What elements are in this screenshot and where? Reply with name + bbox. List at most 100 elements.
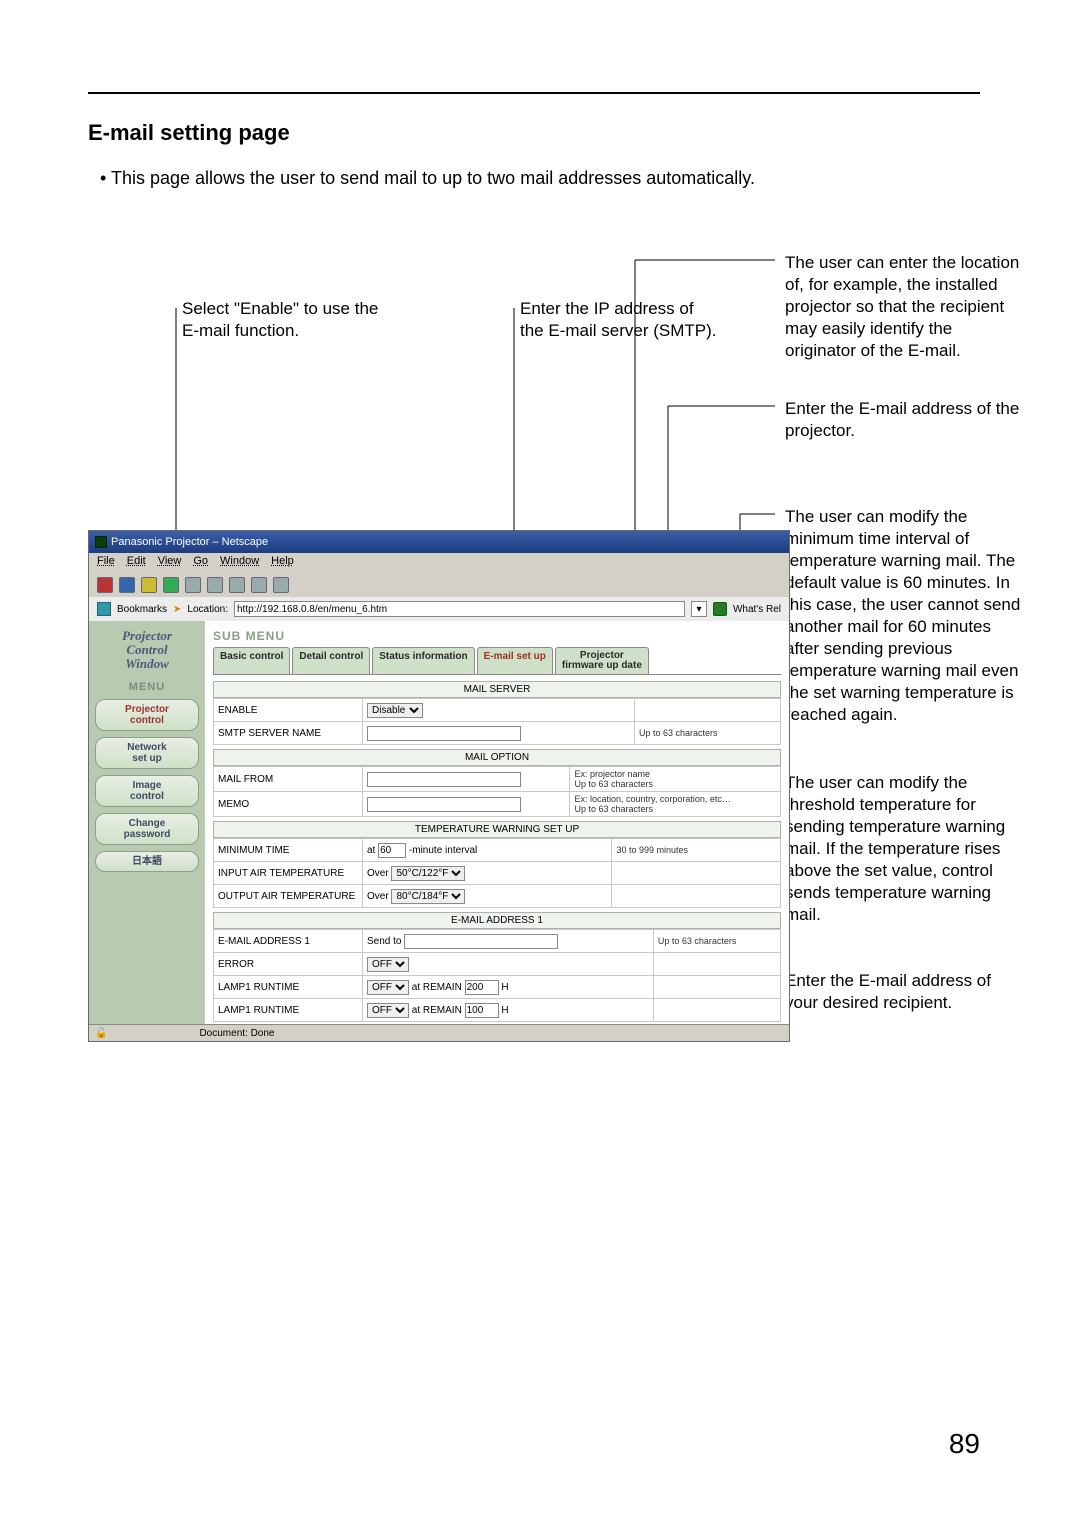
section-temp-setup: TEMPERATURE WARNING SET UP [213, 821, 781, 838]
min-time-prefix: at [367, 845, 375, 856]
location-dropdown-icon[interactable]: ▾ [691, 601, 707, 617]
guide-icon[interactable] [207, 577, 223, 593]
menu-file[interactable]: File [97, 555, 115, 571]
lamp1a-at: at REMAIN [412, 982, 462, 993]
email1-input[interactable] [404, 934, 558, 949]
lamp1b-select[interactable]: OFF [367, 1003, 409, 1018]
section-mail-server: MAIL SERVER [213, 681, 781, 698]
back-icon[interactable] [97, 577, 113, 593]
statusbar: 🔓 Document: Done [89, 1024, 789, 1041]
mail-from-input[interactable] [367, 772, 521, 787]
stop-icon[interactable] [273, 577, 289, 593]
intro-text: • This page allows the user to send mail… [100, 168, 755, 189]
mail-from-hint: Ex: projector name Up to 63 characters [570, 767, 781, 792]
lamp1a-input[interactable] [465, 980, 499, 995]
netscape-icon [95, 536, 107, 548]
tab-bar: Basic control Detail control Status info… [213, 647, 781, 675]
sidebar-item-network-setup[interactable]: Network set up [95, 737, 199, 769]
enable-select[interactable]: Disable [367, 703, 423, 718]
location-input[interactable] [234, 601, 685, 617]
output-temp-select[interactable]: 80°C/184°F [391, 889, 465, 904]
min-time-suffix: -minute interval [409, 845, 477, 856]
home-icon[interactable] [163, 577, 179, 593]
callout-threshold: The user can modify the threshold temper… [785, 772, 1025, 926]
callout-recipient: Enter the E-mail address of your desired… [785, 970, 1025, 1014]
label-email1: E-MAIL ADDRESS 1 [214, 930, 363, 953]
tab-email-setup[interactable]: E-mail set up [477, 647, 553, 674]
window-title: Panasonic Projector – Netscape [111, 536, 268, 548]
main-content: SUB MENU Basic control Detail control St… [205, 621, 789, 1037]
status-text: Document: Done [199, 1028, 274, 1039]
memo-input[interactable] [367, 797, 521, 812]
min-time-input[interactable] [378, 843, 406, 858]
menu-go[interactable]: Go [193, 555, 208, 571]
browser-window: Panasonic Projector – Netscape File Edit… [88, 530, 790, 1042]
reload-icon[interactable] [141, 577, 157, 593]
menubar: File Edit View Go Window Help [89, 553, 789, 573]
callout-enable: Select "Enable" to use the E-mail functi… [182, 298, 382, 342]
lamp1b-at: at REMAIN [412, 1005, 462, 1016]
lamp1a-h: H [501, 982, 508, 993]
memo-hint: Ex: location, country, corporation, etc…… [570, 792, 781, 817]
label-lamp1-a: LAMP1 RUNTIME [214, 976, 363, 999]
lamp1a-select[interactable]: OFF [367, 980, 409, 995]
submenu-label: SUB MENU [213, 629, 781, 643]
sidebar-title: Projector Control Window [95, 629, 199, 671]
status-lock-icon: 🔓 [95, 1028, 107, 1039]
smtp-hint: Up to 63 characters [634, 722, 780, 745]
min-time-hint: 30 to 999 minutes [612, 839, 781, 862]
bookmarks-icon[interactable] [97, 602, 111, 616]
lamp1b-h: H [501, 1005, 508, 1016]
sidebar-title-2: Control [95, 643, 199, 657]
print-icon[interactable] [229, 577, 245, 593]
tab-basic-control[interactable]: Basic control [213, 647, 290, 674]
sidebar-item-image-control[interactable]: Image control [95, 775, 199, 807]
sidebar-item-japanese[interactable]: 日本語 [95, 851, 199, 872]
security-icon[interactable] [251, 577, 267, 593]
label-min-time: MINIMUM TIME [214, 839, 363, 862]
whats-related-label[interactable]: What's Rel [733, 604, 781, 615]
output-temp-prefix: Over [367, 891, 389, 902]
toolbar [89, 573, 789, 597]
whats-related-icon[interactable] [713, 602, 727, 616]
label-enable: ENABLE [214, 699, 363, 722]
section-mail-option: MAIL OPTION [213, 749, 781, 766]
search-icon[interactable] [185, 577, 201, 593]
tab-detail-control[interactable]: Detail control [292, 647, 370, 674]
label-lamp1-b: LAMP1 RUNTIME [214, 999, 363, 1022]
label-error: ERROR [214, 953, 363, 976]
sidebar-item-projector-control[interactable]: Projector control [95, 699, 199, 731]
sidebar-title-1: Projector [95, 629, 199, 643]
sidebar-item-change-password[interactable]: Change password [95, 813, 199, 845]
label-output-temp: OUTPUT AIR TEMPERATURE [214, 885, 363, 908]
input-temp-prefix: Over [367, 868, 389, 879]
forward-icon[interactable] [119, 577, 135, 593]
location-ptr-icon: ➤ [173, 604, 181, 615]
label-memo: MEMO [214, 792, 363, 817]
label-smtp: SMTP SERVER NAME [214, 722, 363, 745]
page-heading: E-mail setting page [88, 120, 290, 146]
tab-status-info[interactable]: Status information [372, 647, 474, 674]
page-number: 89 [949, 1428, 980, 1460]
callout-mailfrom: Enter the E-mail address of the projecto… [785, 398, 1025, 442]
sidebar: Projector Control Window MENU Projector … [89, 621, 205, 1037]
label-mail-from: MAIL FROM [214, 767, 363, 792]
callout-smtp: Enter the IP address of the E-mail serve… [520, 298, 720, 342]
menu-window[interactable]: Window [220, 555, 259, 571]
window-titlebar: Panasonic Projector – Netscape [89, 531, 789, 553]
sidebar-title-3: Window [95, 657, 199, 671]
tab-firmware-update[interactable]: Projector firmware up date [555, 647, 649, 674]
menu-edit[interactable]: Edit [127, 555, 146, 571]
smtp-input[interactable] [367, 726, 521, 741]
email1-sendto-label: Send to [367, 936, 401, 947]
location-bar: Bookmarks ➤ Location: ▾ What's Rel [89, 597, 789, 621]
callout-mintime: The user can modify the minimum time int… [785, 506, 1025, 726]
input-temp-select[interactable]: 50°C/122°F [391, 866, 465, 881]
section-email-addr1: E-MAIL ADDRESS 1 [213, 912, 781, 929]
menu-help[interactable]: Help [271, 555, 294, 571]
bookmarks-label[interactable]: Bookmarks [117, 604, 167, 615]
error-select[interactable]: OFF [367, 957, 409, 972]
menu-view[interactable]: View [158, 555, 182, 571]
location-label: Location: [187, 604, 228, 615]
lamp1b-input[interactable] [465, 1003, 499, 1018]
